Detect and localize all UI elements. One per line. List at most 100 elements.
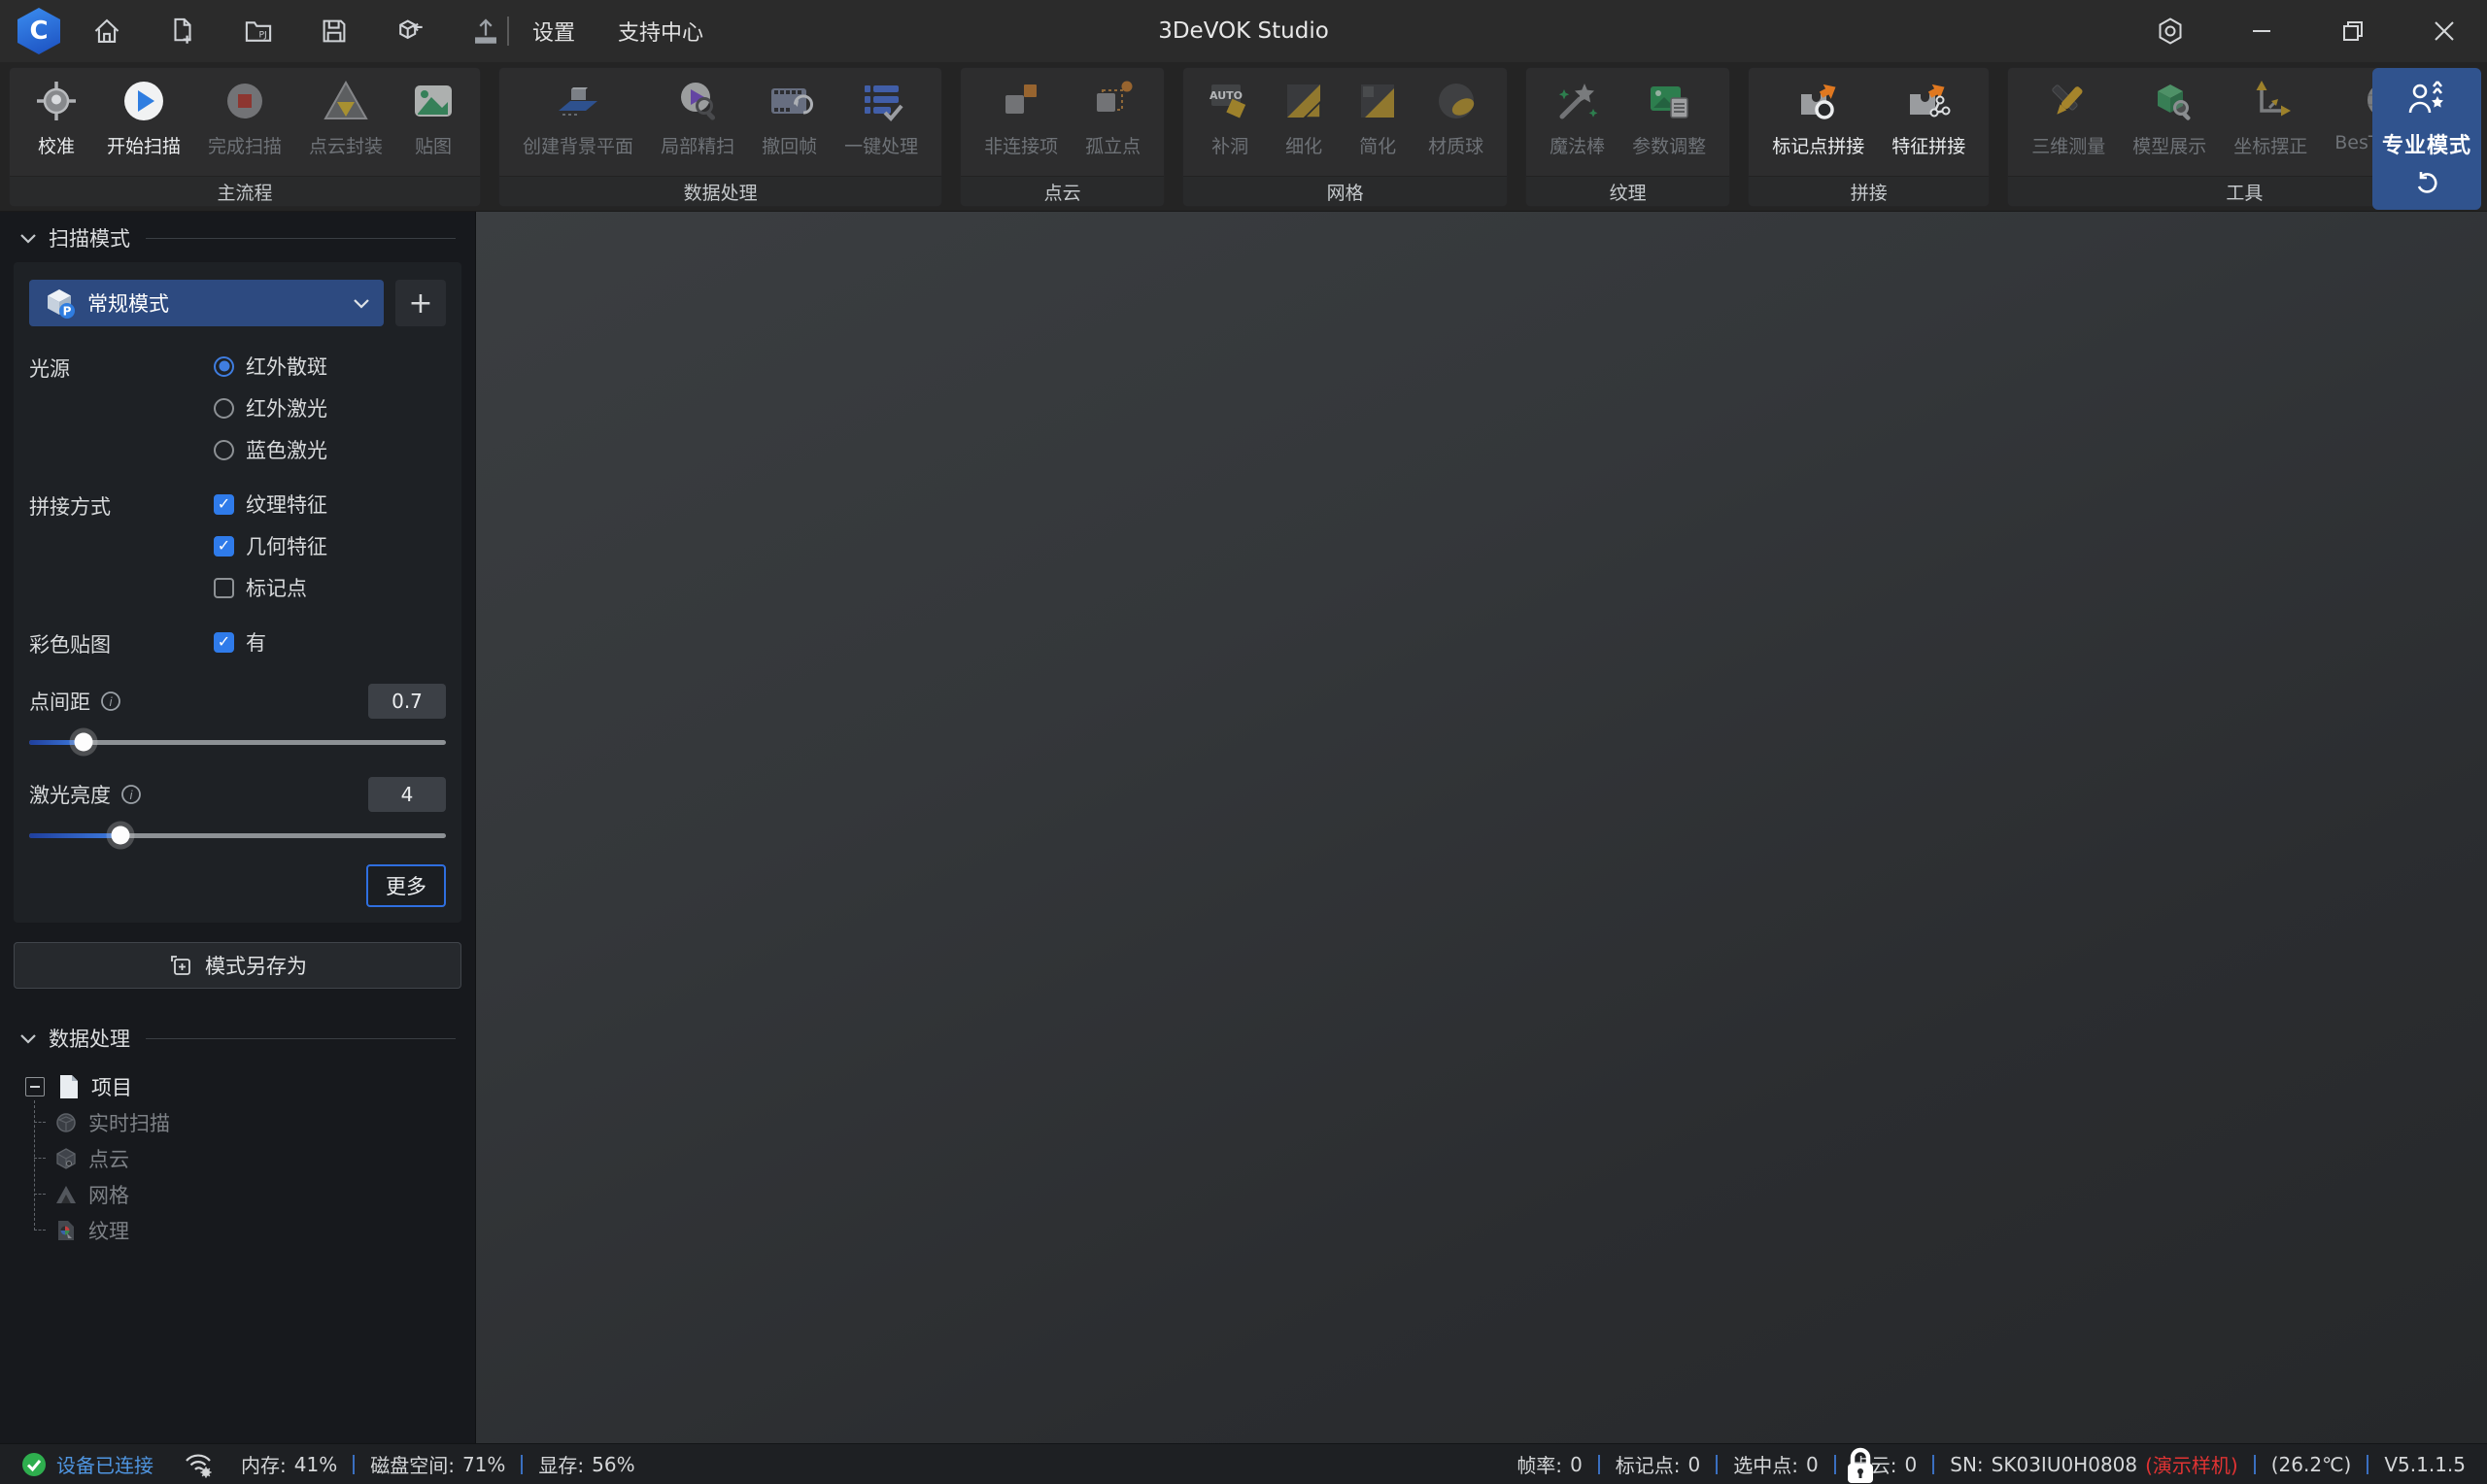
ribbon-item-refine[interactable]: 细化	[1267, 76, 1341, 160]
save-mode-as-button[interactable]: 模式另存为	[14, 942, 461, 989]
local-fine-scan-icon	[674, 78, 721, 124]
svg-text:P: P	[63, 305, 72, 319]
ribbon-item-disconnected-items[interactable]: 非连接项	[971, 76, 1072, 160]
tree-node-label: 实时扫描	[88, 1108, 170, 1137]
info-icon[interactable]: i	[100, 691, 121, 712]
ribbon-item-label: 非连接项	[984, 132, 1058, 158]
wifi-settings-icon[interactable]	[183, 1450, 216, 1479]
checkbox-option-marker-points[interactable]: 标记点	[214, 573, 327, 602]
pro-mode-button[interactable]: 专业模式	[2372, 68, 2481, 210]
checkbox-option-geometry-feature[interactable]: 几何特征	[214, 531, 327, 560]
framerate-value: 0	[1570, 1453, 1583, 1476]
ribbon-group-data-processing: 创建背景平面 局部精扫 撤回帧 一键处理 数据处理	[499, 68, 941, 206]
ribbon-item-marker-stitch[interactable]: 标记点拼接	[1758, 76, 1878, 160]
home-icon[interactable]	[89, 14, 124, 49]
ribbon-item-feature-stitch[interactable]: 特征拼接	[1878, 76, 1979, 160]
pro-mode-label: 专业模式	[2382, 128, 2471, 159]
radio-option-infrared-speckle[interactable]: 红外散斑	[214, 352, 327, 381]
feature-stitch-icon	[1905, 78, 1952, 124]
ribbon-item-label: 撤回帧	[762, 132, 817, 158]
ribbon-item-undo-frame[interactable]: 撤回帧	[748, 76, 831, 160]
tree-node-project[interactable]: 项目	[25, 1068, 475, 1104]
memory-label: 内存:	[241, 1450, 287, 1478]
vram-label: 显存:	[538, 1450, 584, 1478]
checkbox-option-color-texture-on[interactable]: 有	[214, 627, 266, 657]
ribbon-item-param-adjust[interactable]: 参数调整	[1618, 76, 1720, 160]
ribbon-group-label: 主流程	[10, 176, 480, 206]
ribbon-item-magic-wand[interactable]: 魔法棒	[1536, 76, 1618, 160]
checkbox	[214, 536, 234, 556]
svg-text:i: i	[129, 789, 133, 802]
ribbon-item-finish-scan[interactable]: 完成扫描	[194, 76, 295, 160]
collapse-expander-icon[interactable]	[25, 1077, 45, 1096]
ribbon-item-local-fine-scan[interactable]: 局部精扫	[647, 76, 748, 160]
laser-brightness-slider[interactable]	[29, 826, 446, 845]
restore-button[interactable]	[2335, 14, 2370, 49]
export-icon[interactable]	[468, 14, 503, 49]
ribbon-item-model-display[interactable]: 模型展示	[2119, 76, 2220, 160]
coordinate-align-icon	[2247, 78, 2294, 124]
slider-handle[interactable]	[112, 826, 130, 845]
radio-option-blue-laser[interactable]: 蓝色激光	[214, 435, 327, 464]
scan-mode-dropdown[interactable]: P 常规模式	[29, 280, 384, 326]
ribbon-item-label: 特征拼接	[1891, 132, 1965, 158]
selected-point-value: 0	[1806, 1453, 1819, 1476]
ribbon-item-background-plane[interactable]: 创建背景平面	[509, 76, 647, 160]
add-mode-button[interactable]: +	[395, 280, 446, 326]
point-spacing-label: 点间距	[29, 687, 90, 716]
tree-node-texture[interactable]: 纹理	[34, 1212, 475, 1248]
device-status-link[interactable]: 设备已连接	[56, 1450, 153, 1478]
checkbox-option-texture-feature[interactable]: 纹理特征	[214, 489, 327, 519]
option-label: 几何特征	[246, 531, 327, 560]
texture-map-icon	[410, 78, 457, 124]
ribbon-item-start-scan[interactable]: 开始扫描	[93, 76, 194, 160]
ribbon-item-label: 模型展示	[2132, 132, 2206, 158]
ribbon-item-simplify[interactable]: 简化	[1341, 76, 1414, 160]
texture-node-icon	[53, 1218, 79, 1243]
ribbon-item-fill-holes[interactable]: AUTO 补洞	[1193, 76, 1267, 160]
tree-node-realtime-scan[interactable]: 实时扫描	[34, 1104, 475, 1140]
import-model-icon[interactable]	[392, 14, 427, 49]
data-processing-section-header[interactable]: 数据处理	[0, 1016, 475, 1061]
ribbon-item-isolated-points[interactable]: 孤立点	[1072, 76, 1154, 160]
save-icon[interactable]	[317, 14, 352, 49]
marker-count-value: 0	[1688, 1453, 1701, 1476]
laser-brightness-value[interactable]: 4	[368, 777, 446, 812]
left-panel: 扫描模式 P 常规模式 +	[0, 212, 476, 1443]
point-spacing-slider[interactable]	[29, 732, 446, 752]
new-project-icon[interactable]	[165, 14, 200, 49]
color-texture-label: 彩色贴图	[29, 627, 214, 658]
scan-mode-section-header[interactable]: 扫描模式	[0, 216, 475, 260]
ribbon-item-label: 孤立点	[1085, 132, 1141, 158]
minimize-button[interactable]	[2244, 14, 2279, 49]
tree-node-mesh[interactable]: 网格	[34, 1176, 475, 1212]
viewport-3d[interactable]	[476, 212, 2487, 1443]
ribbon-item-texture-map[interactable]: 贴图	[396, 76, 470, 160]
chevron-down-icon	[19, 1033, 37, 1044]
ribbon-item-measure-3d[interactable]: 三维测量	[2018, 76, 2119, 160]
tree-node-pointcloud[interactable]: 点云	[34, 1140, 475, 1176]
serial-number: SN: SK03IU0H0808 (演示样机)	[1950, 1450, 2237, 1478]
open-project-icon[interactable]: PJ	[241, 14, 276, 49]
info-icon[interactable]: i	[120, 784, 142, 805]
close-button[interactable]	[2427, 14, 2462, 49]
tree-node-label: 点云	[88, 1144, 129, 1173]
point-spacing-value[interactable]: 0.7	[368, 684, 446, 719]
preferences-gear-icon[interactable]	[2153, 14, 2188, 49]
marker-count-label: 标记点:	[1616, 1450, 1681, 1478]
slider-handle[interactable]	[74, 733, 92, 752]
ribbon-item-calibrate[interactable]: 校准	[19, 76, 93, 160]
menu-settings[interactable]: 设置	[532, 16, 575, 47]
more-button[interactable]: 更多	[366, 864, 446, 907]
ribbon-group-label: 点云	[961, 176, 1164, 206]
ribbon-item-material-ball[interactable]: 材质球	[1414, 76, 1497, 160]
ribbon-item-coordinate-align[interactable]: 坐标摆正	[2220, 76, 2321, 160]
radio-option-infrared-laser[interactable]: 红外激光	[214, 393, 327, 422]
menu-support-center[interactable]: 支持中心	[618, 16, 703, 47]
refine-icon	[1280, 78, 1327, 124]
marker-count: 标记点: 0	[1616, 1450, 1700, 1478]
ribbon-item-one-click-process[interactable]: 一键处理	[831, 76, 932, 160]
ribbon-item-pointcloud-wrap[interactable]: 点云封装	[295, 76, 396, 160]
selected-point-count: 选中点: 0	[1733, 1450, 1818, 1478]
ribbon-group-texture: 魔法棒 参数调整 纹理	[1526, 68, 1729, 206]
